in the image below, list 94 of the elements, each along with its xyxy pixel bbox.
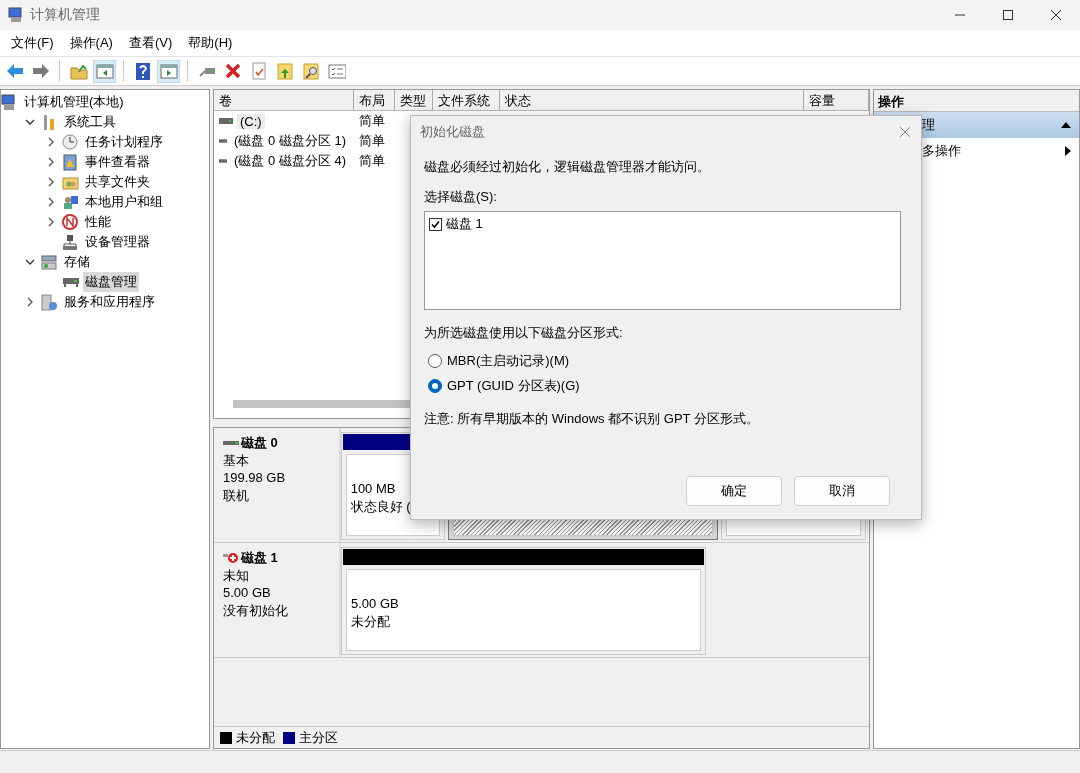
- actions-header: 操作: [874, 90, 1079, 112]
- properties-icon: [249, 62, 268, 80]
- tree-item[interactable]: 性能: [83, 212, 113, 232]
- partition-text: 状态良好 (: [350, 497, 412, 515]
- delete-icon: [223, 62, 242, 80]
- disk-detail: 没有初始化: [223, 601, 289, 619]
- partition-text: 5.00 GB: [351, 595, 400, 613]
- close-icon[interactable]: [1050, 9, 1062, 21]
- clock-icon: [62, 133, 80, 151]
- drive-icon: [219, 117, 233, 125]
- disk-detail: 199.98 GB: [223, 469, 287, 487]
- table-cell-text: 简单: [358, 152, 386, 170]
- menu-item[interactable]: 帮助(H): [180, 34, 241, 52]
- collapse-triangle-icon[interactable]: [1061, 122, 1071, 128]
- radio-label: MBR(主启动记录)(M): [447, 352, 570, 370]
- disk-detail: 基本: [223, 451, 250, 469]
- table-cell-text: 简单: [358, 112, 386, 130]
- checkbox-label: 磁盘 1: [446, 215, 483, 233]
- tree-item[interactable]: 事件查看器: [83, 152, 152, 172]
- tree-item[interactable]: 设备管理器: [83, 232, 152, 252]
- submenu-triangle-icon[interactable]: [1065, 146, 1071, 156]
- menu-item[interactable]: 操作(A): [61, 34, 121, 52]
- tree-item[interactable]: 本地用户和组: [83, 192, 165, 212]
- disk-icon: [62, 276, 80, 288]
- toolbar-button[interactable]: [93, 59, 116, 83]
- computer-management-icon: [8, 7, 24, 23]
- action-item[interactable]: 多操作: [874, 138, 1079, 164]
- chevron-down-icon[interactable]: [25, 257, 35, 267]
- chevron-right-icon[interactable]: [25, 297, 35, 307]
- radio-button[interactable]: [428, 354, 442, 368]
- dialog-message: 磁盘必须经过初始化，逻辑磁盘管理器才能访问。: [424, 158, 711, 176]
- checklist-icon: [327, 62, 346, 80]
- column-header[interactable]: 状态: [500, 90, 805, 110]
- tree-item[interactable]: 存储: [62, 252, 92, 272]
- folder-search-icon: [301, 62, 320, 80]
- drive-icon: [219, 137, 228, 145]
- disk-detail: 未知: [223, 566, 250, 584]
- note-text: 注意: 所有早期版本的 Windows 都不识别 GPT 分区形式。: [424, 410, 760, 428]
- group-label: 为所选磁盘使用以下磁盘分区形式:: [424, 324, 624, 342]
- users-icon: [62, 193, 80, 211]
- disk-name[interactable]: 磁盘 1: [241, 549, 278, 567]
- checkbox[interactable]: [429, 217, 442, 231]
- disk-name[interactable]: 磁盘 0: [241, 434, 278, 452]
- partition-text: 未分配: [351, 612, 391, 630]
- folder-icon: [69, 62, 88, 80]
- toolbar-button[interactable]: [157, 59, 180, 83]
- list-label: 选择磁盘(S):: [424, 188, 498, 206]
- panel-icon: [95, 62, 114, 80]
- menu-item[interactable]: 文件(F): [3, 34, 62, 52]
- radio-label: GPT (GUID 分区表)(G): [447, 377, 580, 395]
- volume-name[interactable]: (磁盘 0 磁盘分区 4): [231, 152, 349, 170]
- volume-name[interactable]: (C:): [237, 113, 265, 129]
- tree-item[interactable]: 任务计划程序: [83, 132, 165, 152]
- dialog-button[interactable]: 确定: [686, 476, 782, 506]
- chevron-down-icon[interactable]: [25, 117, 35, 127]
- forward-arrow-icon: [31, 62, 50, 80]
- partition-text: 100 MB: [350, 480, 397, 498]
- tree-item[interactable]: 服务和应用程序: [62, 292, 157, 312]
- device-icon: [62, 233, 80, 251]
- help-icon: [133, 62, 152, 80]
- maximize-icon[interactable]: [1002, 9, 1014, 21]
- volume-name[interactable]: (磁盘 0 磁盘分区 1): [231, 132, 349, 150]
- column-header[interactable]: 容量: [804, 90, 869, 110]
- action-label: 多操作: [922, 142, 961, 160]
- window-title: 计算机管理: [30, 6, 101, 24]
- action-label: 理: [922, 116, 935, 134]
- legend-label: 未分配: [236, 728, 275, 747]
- chevron-right-icon[interactable]: [46, 137, 56, 147]
- back-arrow-icon: [5, 62, 24, 80]
- tree-item[interactable]: 共享文件夹: [83, 172, 152, 192]
- dialog-button[interactable]: 取消: [794, 476, 890, 506]
- storage-icon: [41, 253, 59, 271]
- folder-icon: [275, 62, 294, 80]
- legend-label: 主分区: [299, 728, 338, 747]
- dialog-title: 初始化磁盘: [420, 123, 485, 141]
- disk-detail: 联机: [223, 486, 250, 504]
- table-cell-text: 简单: [358, 132, 386, 150]
- column-header[interactable]: 文件系统: [433, 90, 501, 110]
- radio-button[interactable]: [428, 379, 442, 393]
- column-header[interactable]: 类型: [395, 90, 434, 110]
- drive-icon: [219, 157, 228, 165]
- tree-item[interactable]: 计算机管理(本地): [22, 92, 126, 112]
- column-header[interactable]: 布局: [353, 90, 396, 110]
- menu-item[interactable]: 查看(V): [120, 34, 181, 52]
- partition[interactable]: 5.00 GB 未分配: [341, 547, 706, 655]
- column-header[interactable]: 卷: [214, 90, 354, 110]
- tree-item[interactable]: 系统工具: [62, 112, 118, 132]
- disk-detail: 5.00 GB: [223, 584, 272, 602]
- chevron-right-icon[interactable]: [46, 177, 56, 187]
- tree-item[interactable]: 磁盘管理: [83, 272, 139, 292]
- chevron-right-icon[interactable]: [46, 157, 56, 167]
- chevron-right-icon[interactable]: [46, 217, 56, 227]
- panel-icon: [159, 62, 178, 80]
- chevron-right-icon[interactable]: [46, 197, 56, 207]
